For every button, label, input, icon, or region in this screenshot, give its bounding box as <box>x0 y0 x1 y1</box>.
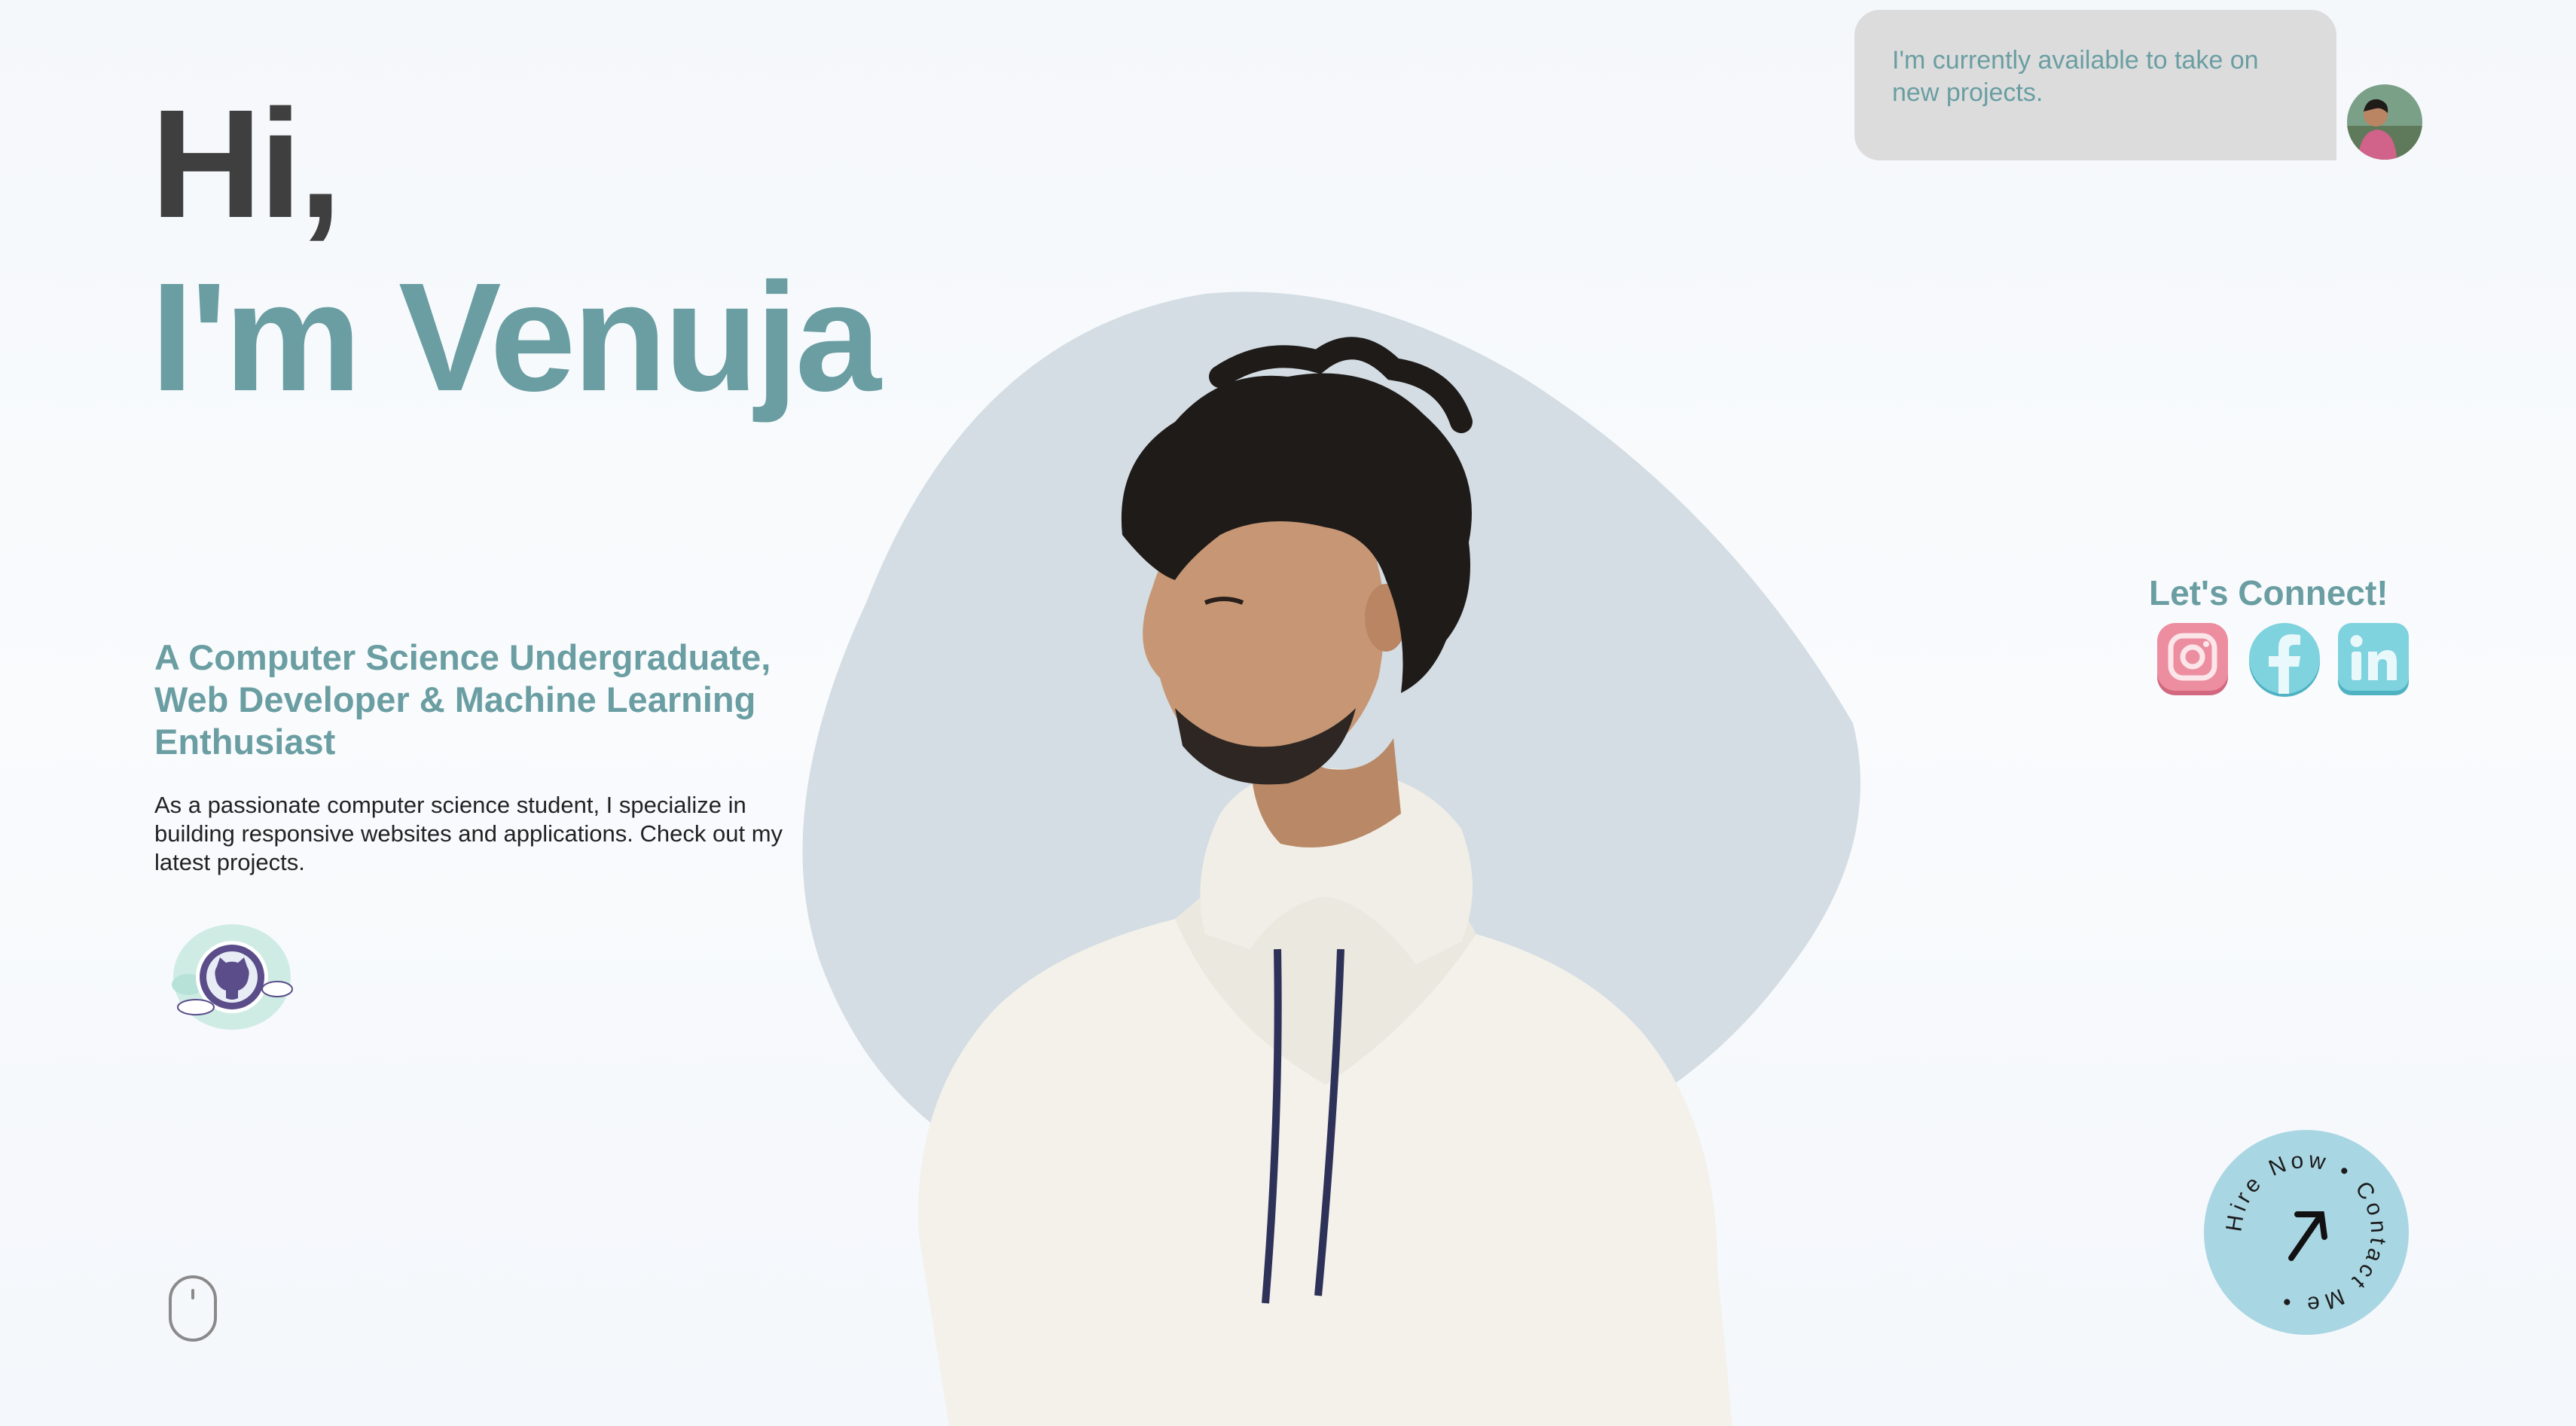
linkedin-icon <box>2338 623 2409 695</box>
portfolio-hero: Hi, I'm Venuja A Computer Science Underg… <box>0 0 2576 1426</box>
github-link[interactable] <box>166 923 294 1032</box>
facebook-icon <box>2249 623 2320 697</box>
availability-message: I'm currently available to take on new p… <box>1892 46 2259 107</box>
hero-tagline: A Computer Science Undergraduate, Web De… <box>154 637 771 762</box>
arrow-up-right-icon <box>2288 1211 2327 1261</box>
hero-intro: As a passionate computer science student… <box>154 792 783 875</box>
instagram-link[interactable] <box>2154 621 2231 698</box>
hire-now-ring: Hire Now • Contact Me • <box>2221 1147 2387 1317</box>
hero-greeting: Hi, <box>151 78 342 250</box>
mouse-scroll-icon[interactable] <box>169 1275 217 1342</box>
connect-title: Let's Connect! <box>2149 573 2388 612</box>
avatar <box>2347 84 2422 160</box>
github-octocat-icon <box>172 924 293 1030</box>
availability-bubble: I'm currently available to take on new p… <box>1854 10 2336 160</box>
facebook-link[interactable] <box>2246 621 2323 698</box>
hire-now-button[interactable]: Hire Now • Contact Me • <box>2204 1130 2409 1335</box>
linkedin-link[interactable] <box>2335 621 2412 698</box>
instagram-icon <box>2157 623 2228 695</box>
portrait-photo <box>802 292 1860 1426</box>
hero-name: I'm Venuja <box>151 251 881 423</box>
